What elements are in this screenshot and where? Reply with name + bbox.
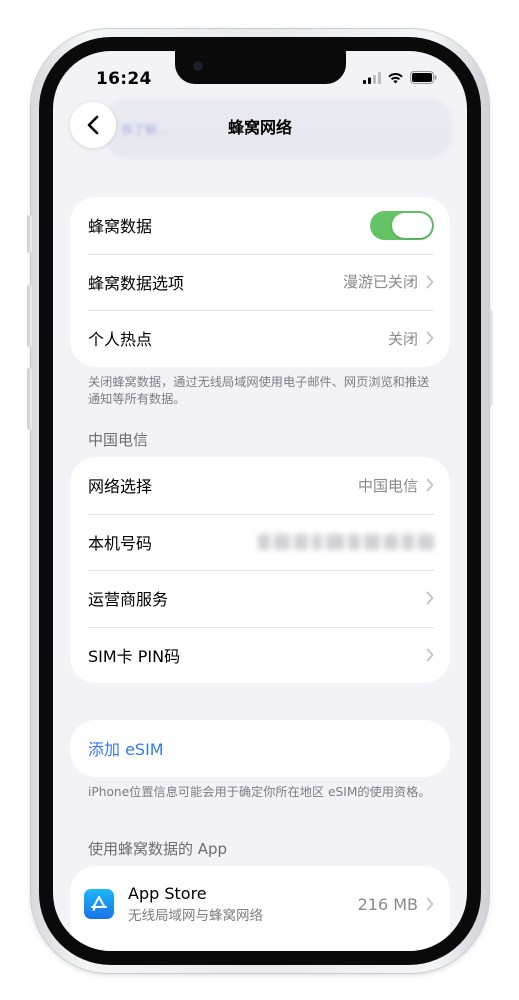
- app-row-app-store[interactable]: App Store 无线局域网与蜂窝网络 216 MB: [70, 866, 450, 942]
- status-time: 16:24: [96, 69, 152, 89]
- add-esim-row[interactable]: 添加 eSIM: [70, 720, 450, 777]
- wifi-icon: [388, 72, 403, 83]
- cellular-data-options-row[interactable]: 蜂窝数据选项 漫游已关闭: [70, 253, 450, 311]
- app-store-icon: [84, 889, 114, 919]
- network-selection-row[interactable]: 网络选择 中国电信: [70, 457, 450, 514]
- phone-number-label: 本机号码: [88, 533, 153, 553]
- mute-switch: [27, 215, 32, 253]
- volume-up-button: [27, 285, 32, 347]
- phone-number-row: 本机号码: [70, 513, 450, 571]
- hotspot-status-value: 关闭: [387, 329, 418, 348]
- personal-hotspot-label: 个人热点: [88, 330, 153, 350]
- chevron-right-icon: [426, 648, 434, 662]
- chevron-right-icon: [426, 478, 434, 492]
- esim-group: 添加 eSIM: [70, 720, 450, 777]
- app-network-type: 无线局域网与蜂窝网络: [128, 907, 263, 924]
- page: 16:24 参了解... 蜂窝网络 蜂窝数据 蜂窝数据选项 漫游已关闭 个人热点…: [0, 0, 519, 1000]
- cellular-settings-group: 蜂窝数据 蜂窝数据选项 漫游已关闭 个人热点 关闭: [70, 197, 450, 367]
- status-icons: [363, 71, 437, 84]
- screen: 16:24 参了解... 蜂窝网络 蜂窝数据 蜂窝数据选项 漫游已关闭 个人热点…: [53, 51, 467, 951]
- volume-down-button: [27, 368, 32, 430]
- power-button: [488, 310, 493, 406]
- app-store-glyph-icon: [91, 896, 107, 911]
- sim-pin-row[interactable]: SIM卡 PIN码: [70, 626, 450, 684]
- cellular-signal-icon: [363, 71, 381, 84]
- roaming-status-value: 漫游已关闭: [342, 273, 418, 292]
- carrier-section-header: 中国电信: [88, 431, 149, 449]
- redacted-phone-number: [258, 533, 434, 550]
- battery-icon: [410, 71, 437, 84]
- toggle-knob: [392, 212, 432, 238]
- carrier-services-label: 运营商服务: [88, 590, 169, 610]
- notch: [175, 51, 346, 84]
- nav-title: 蜂窝网络: [227, 118, 292, 137]
- apps-section-header: 使用蜂窝数据的 App: [88, 840, 228, 858]
- cellular-footnote: 关闭蜂窝数据，通过无线局域网使用电子邮件、网页浏览和推送通知等所有数据。: [88, 375, 430, 406]
- chevron-right-icon: [426, 591, 434, 605]
- apps-group: App Store 无线局域网与蜂窝网络 216 MB: [70, 866, 450, 951]
- cellular-data-label: 蜂窝数据: [88, 217, 153, 237]
- carrier-settings-group: 网络选择 中国电信 本机号码 运营商服务 SIM卡 PIN码: [70, 457, 450, 683]
- front-camera: [193, 61, 203, 71]
- personal-hotspot-row[interactable]: 个人热点 关闭: [70, 310, 450, 367]
- chevron-right-icon: [426, 897, 434, 911]
- cellular-data-toggle[interactable]: [370, 210, 434, 240]
- chevron-right-icon: [426, 275, 434, 289]
- add-esim-link[interactable]: 添加 eSIM: [88, 736, 164, 760]
- carrier-services-row[interactable]: 运营商服务: [70, 570, 450, 627]
- app-data-usage: 216 MB: [357, 894, 418, 914]
- app-name: App Store: [128, 883, 207, 903]
- cellular-data-row: 蜂窝数据: [70, 197, 450, 254]
- esim-footnote: iPhone位置信息可能会用于确定你所在地区 eSIM的使用资格。: [88, 785, 431, 799]
- chevron-right-icon: [426, 331, 434, 345]
- network-selection-value: 中国电信: [357, 476, 418, 495]
- sim-pin-label: SIM卡 PIN码: [88, 646, 181, 666]
- network-selection-label: 网络选择: [88, 477, 153, 497]
- cellular-data-options-label: 蜂窝数据选项: [88, 273, 185, 293]
- app-texts: App Store 无线局域网与蜂窝网络: [128, 884, 358, 925]
